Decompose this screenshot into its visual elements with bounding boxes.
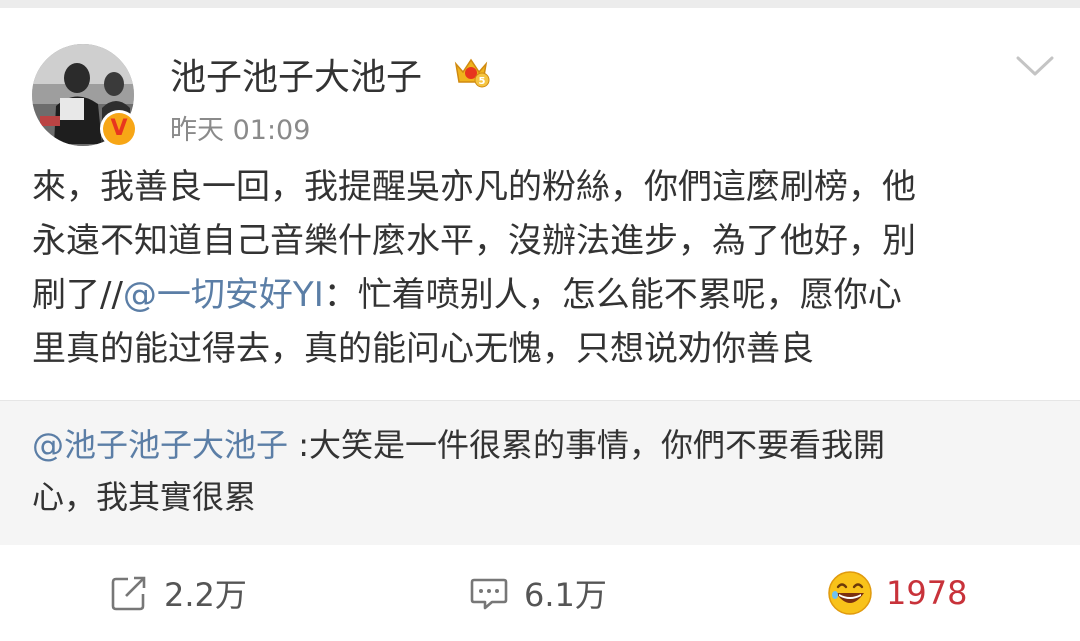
share-icon <box>111 576 146 611</box>
like-count: 1978 <box>886 574 968 612</box>
username[interactable]: 池子池子大池子 <box>170 48 422 100</box>
post-text-segment: 刷了// <box>32 275 123 315</box>
retweet-text-segment: :大笑是一件很累的事情，你們不要看我開 <box>288 426 885 464</box>
top-divider <box>0 0 1080 8</box>
laughing-emoji-icon <box>828 571 872 615</box>
post-text-line: 刷了//@一切安好YI：忙着喷别人，怎么能不累呢，愿你心 <box>32 268 1056 322</box>
retweet-quote[interactable]: @池子池子大池子 :大笑是一件很累的事情，你們不要看我開 心，我其實很累 <box>0 400 1080 546</box>
verified-badge: V <box>100 110 138 148</box>
comment-icon <box>470 578 508 610</box>
comment-count: 6.1万 <box>524 576 607 614</box>
post-text-line: 永遠不知道自己音樂什麼水平，沒辦法進步，為了他好，別 <box>32 221 916 261</box>
post-body: 來，我善良一回，我提醒吳亦凡的粉絲，你們這麼刷榜，他 永遠不知道自己音樂什麼水平… <box>32 160 1056 376</box>
chevron-down-icon[interactable] <box>1014 50 1056 80</box>
comment-button[interactable]: 6.1万 <box>468 571 607 615</box>
like-button[interactable]: 1978 <box>826 571 967 615</box>
action-bar: 2.2万 6.1万 1978 <box>0 545 1080 641</box>
verified-v-icon: V <box>103 113 135 145</box>
post-text-line: 里真的能过得去，真的能问心无愧，只想说劝你善良 <box>32 329 814 369</box>
post-text-segment: ：忙着喷别人，怎么能不累呢，愿你心 <box>323 275 902 315</box>
retweet-text: @池子池子大池子 :大笑是一件很累的事情，你們不要看我開 心，我其實很累 <box>32 419 1052 523</box>
crown-vip-icon[interactable]: 5 <box>452 52 490 90</box>
retweet-author-mention[interactable]: @池子池子大池子 <box>32 426 288 464</box>
post-text-line: 來，我善良一回，我提醒吳亦凡的粉絲，你們這麼刷榜，他 <box>32 167 916 207</box>
svg-text:5: 5 <box>479 76 486 87</box>
user-mention-link[interactable]: @一切安好YI <box>123 275 324 315</box>
repost-count: 2.2万 <box>164 576 247 614</box>
retweet-text-line: 心，我其實很累 <box>32 478 257 516</box>
repost-button[interactable]: 2.2万 <box>108 571 247 615</box>
post-timestamp: 昨天 01:09 <box>170 115 311 146</box>
retweet-text-line: @池子池子大池子 :大笑是一件很累的事情，你們不要看我開 <box>32 419 1052 471</box>
